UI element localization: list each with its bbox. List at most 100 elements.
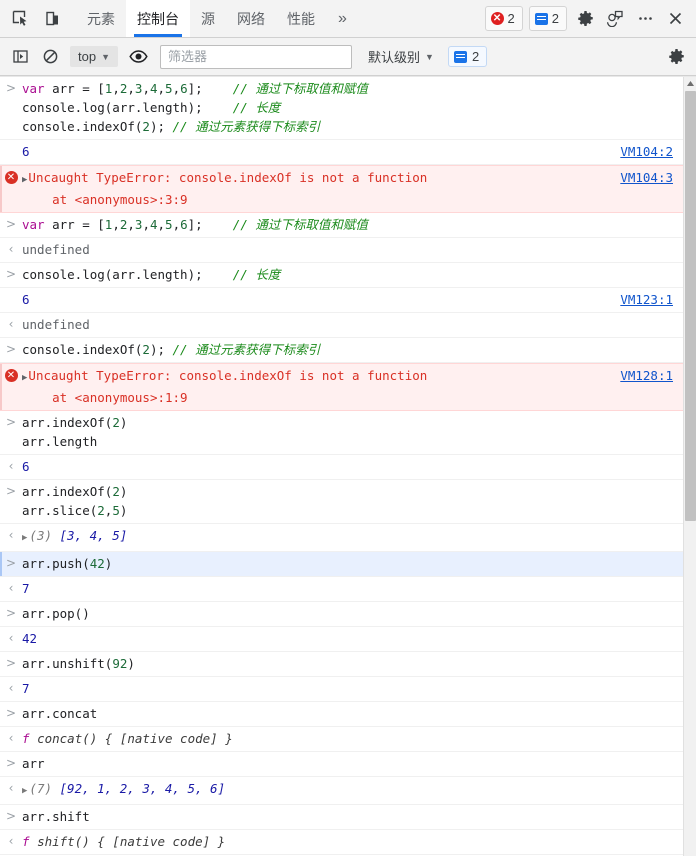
- log-level-selector[interactable]: 默认级别 ▼: [368, 47, 434, 66]
- message-count-badge[interactable]: 2: [529, 6, 567, 31]
- input-prompt-icon: >: [0, 482, 22, 520]
- console-row[interactable]: ✕▶Uncaught TypeError: console.indexOf is…: [0, 165, 683, 213]
- code-token: Uncaught TypeError: console.indexOf is n…: [28, 170, 427, 185]
- tab-label: 控制台: [137, 9, 179, 29]
- code-token: 7: [22, 581, 30, 596]
- console-row-text: ▶(7) [92, 1, 2, 3, 4, 5, 6]: [22, 779, 683, 801]
- code-token: 2: [112, 484, 120, 499]
- output-arrow-icon: ‹: [0, 629, 22, 648]
- console-settings-gear-icon[interactable]: [662, 43, 690, 71]
- source-link[interactable]: VM128:1: [620, 366, 683, 385]
- console-row[interactable]: ‹undefined: [0, 313, 683, 338]
- device-toolbar-icon[interactable]: [36, 0, 68, 37]
- console-row[interactable]: ‹7: [0, 677, 683, 702]
- chevron-down-icon: ▼: [101, 52, 110, 62]
- console-row[interactable]: ‹▶(3) [3, 4, 5]: [0, 524, 683, 552]
- console-row[interactable]: ‹undefined: [0, 238, 683, 263]
- console-sidebar-toggle-icon[interactable]: [6, 43, 34, 71]
- console-row[interactable]: >arr.pop(): [0, 602, 683, 627]
- more-options-icon[interactable]: [630, 0, 660, 38]
- tab-elements[interactable]: 元素: [76, 0, 126, 37]
- console-panel: >var arr = [1,2,3,4,5,6]; // 通过下标取值和赋值co…: [0, 76, 696, 856]
- code-token: [92, 1, 2, 3, 4, 5, 6]: [60, 781, 226, 796]
- code-token: // 通过下标取值和赋值: [233, 81, 368, 96]
- console-row-text: arr.concat: [22, 704, 683, 723]
- disclosure-triangle-icon[interactable]: ▶: [22, 373, 27, 383]
- console-message-list: >var arr = [1,2,3,4,5,6]; // 通过下标取值和赋值co…: [0, 77, 683, 856]
- console-row[interactable]: >console.indexOf(2); // 通过元素获得下标索引: [0, 338, 683, 363]
- console-row[interactable]: >arr.concat: [0, 702, 683, 727]
- output-arrow-icon: ‹: [0, 679, 22, 698]
- tab-label: 元素: [87, 9, 115, 29]
- console-row[interactable]: ‹6: [0, 455, 683, 480]
- console-row[interactable]: >arr.indexOf(2)arr.length: [0, 411, 683, 455]
- console-row-text: 42: [22, 629, 683, 648]
- code-token: 4: [150, 217, 158, 232]
- console-row[interactable]: 6VM104:2: [0, 140, 683, 165]
- console-row-text: arr: [22, 754, 683, 773]
- console-filter-input[interactable]: [160, 45, 352, 69]
- console-scrollbar[interactable]: [683, 77, 696, 856]
- console-row[interactable]: >arr.indexOf(2)arr.slice(2,5): [0, 480, 683, 524]
- code-token: ): [120, 484, 128, 499]
- code-token: 6: [180, 81, 188, 96]
- source-link[interactable]: VM104:3: [620, 168, 683, 187]
- execution-context-selector[interactable]: top ▼: [70, 46, 118, 67]
- tabbar-spacer: [359, 0, 482, 37]
- tabbar-actions: [570, 0, 696, 37]
- input-prompt-icon: >: [0, 807, 22, 826]
- console-row[interactable]: >console.log(arr.length); // 长度: [0, 263, 683, 288]
- scrollbar-thumb[interactable]: [685, 91, 696, 521]
- console-row[interactable]: >arr.unshift(92): [0, 652, 683, 677]
- tab-console[interactable]: 控制台: [126, 0, 190, 37]
- console-row-text: var arr = [1,2,3,4,5,6]; // 通过下标取值和赋值con…: [22, 79, 683, 136]
- disclosure-triangle-icon[interactable]: ▶: [22, 786, 27, 796]
- code-token: );: [150, 119, 173, 134]
- console-row[interactable]: >var arr = [1,2,3,4,5,6]; // 通过下标取值和赋值co…: [0, 77, 683, 140]
- message-icon: [454, 51, 467, 63]
- disclosure-triangle-icon[interactable]: ▶: [22, 533, 27, 543]
- code-token: [3, 4, 5]: [60, 528, 128, 543]
- input-prompt-icon: >: [0, 265, 22, 284]
- output-arrow-icon: ‹: [0, 526, 22, 548]
- feedback-icon[interactable]: [600, 0, 630, 38]
- input-prompt-icon: >: [0, 79, 22, 136]
- console-row[interactable]: ✕▶Uncaught TypeError: console.indexOf is…: [0, 363, 683, 411]
- scrollbar-up-arrow-icon[interactable]: [684, 77, 696, 90]
- source-link[interactable]: VM123:1: [620, 290, 683, 309]
- tab-sources[interactable]: 源: [190, 0, 226, 37]
- disclosure-triangle-icon[interactable]: ▶: [22, 175, 27, 185]
- console-row[interactable]: ‹f shift() { [native code] }: [0, 830, 683, 855]
- source-link[interactable]: VM104:2: [620, 142, 683, 161]
- input-prompt-icon: >: [0, 215, 22, 234]
- more-tabs-button[interactable]: »: [326, 0, 359, 37]
- close-icon[interactable]: [660, 0, 690, 38]
- error-icon: ✕: [0, 366, 22, 407]
- console-row[interactable]: ‹f concat() { [native code] }: [0, 727, 683, 752]
- error-count-badge[interactable]: ✕ 2: [485, 6, 523, 31]
- console-message-badge[interactable]: 2: [448, 46, 487, 67]
- clear-console-icon[interactable]: [36, 43, 64, 71]
- input-prompt-icon: >: [0, 754, 22, 773]
- inspect-element-icon[interactable]: [4, 0, 36, 37]
- console-row-text: arr.pop(): [22, 604, 683, 623]
- console-row[interactable]: >arr.push(42): [0, 552, 683, 577]
- output-arrow-icon: ‹: [0, 779, 22, 801]
- code-token: arr.shift: [22, 809, 90, 824]
- tab-performance[interactable]: 性能: [276, 0, 326, 37]
- console-row[interactable]: >var arr = [1,2,3,4,5,6]; // 通过下标取值和赋值: [0, 213, 683, 238]
- settings-gear-icon[interactable]: [570, 0, 600, 38]
- live-expression-eye-icon[interactable]: [124, 43, 152, 71]
- code-token: arr.slice(: [22, 503, 97, 518]
- code-token: ];: [188, 217, 233, 232]
- console-row[interactable]: ‹42: [0, 627, 683, 652]
- code-token: 7: [22, 681, 30, 696]
- console-row[interactable]: 6VM123:1: [0, 288, 683, 313]
- console-row[interactable]: ‹▶(7) [92, 1, 2, 3, 4, 5, 6]: [0, 777, 683, 805]
- code-token: undefined: [22, 317, 90, 332]
- code-token: ,: [112, 81, 120, 96]
- console-row[interactable]: ‹7: [0, 577, 683, 602]
- console-row[interactable]: >arr.shift: [0, 805, 683, 830]
- tab-network[interactable]: 网络: [226, 0, 276, 37]
- console-row[interactable]: >arr: [0, 752, 683, 777]
